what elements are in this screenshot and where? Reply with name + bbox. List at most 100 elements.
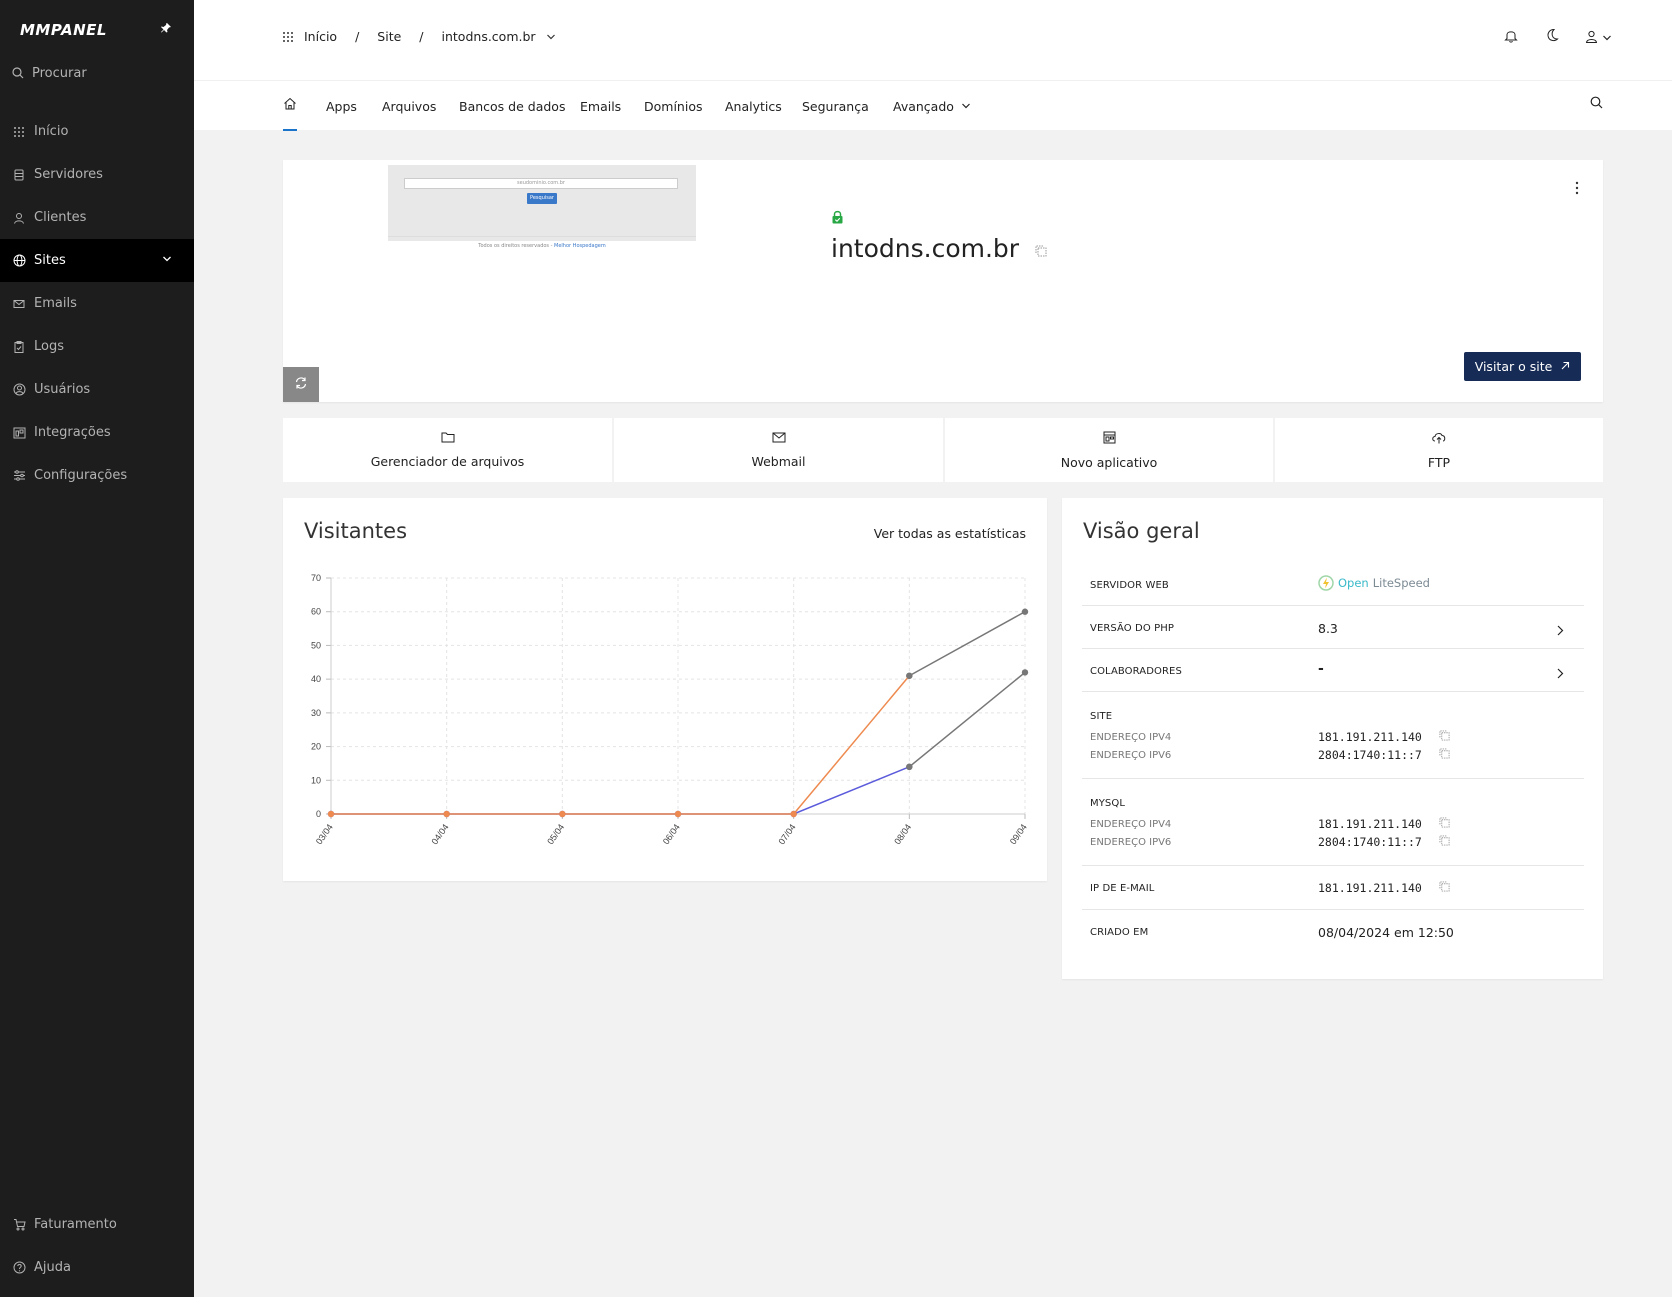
- breadcrumb-site[interactable]: Site: [377, 29, 401, 44]
- collaborators-row[interactable]: COLABORADORES -: [1082, 649, 1584, 692]
- breadcrumb-separator: /: [419, 29, 424, 44]
- breadcrumb-home[interactable]: Início: [304, 29, 337, 44]
- mysql-ipv4: 181.191.211.140: [1318, 817, 1422, 831]
- mysql-ipv4-value: 181.191.211.140: [1318, 817, 1450, 831]
- clipboard-icon: [12, 340, 26, 354]
- tab-dominios[interactable]: Domínios: [644, 99, 702, 114]
- tab-home[interactable]: [283, 97, 297, 113]
- search-icon[interactable]: [1590, 96, 1603, 112]
- sidebar-item-ajuda[interactable]: Ajuda: [0, 1246, 194, 1289]
- tab-bancos-de-dados[interactable]: Bancos de dados: [459, 99, 565, 114]
- collaborators-value: -: [1318, 661, 1324, 677]
- tab-arquivos[interactable]: Arquivos: [382, 99, 436, 114]
- php-version-value: 8.3: [1318, 621, 1338, 636]
- breadcrumb-domain[interactable]: intodns.com.br: [442, 29, 536, 44]
- web-server-label: SERVIDOR WEB: [1090, 580, 1169, 591]
- mysql-ipv6: 2804:1740:11::7: [1318, 835, 1422, 849]
- globe-icon: [12, 254, 26, 268]
- visitors-card: Visitantes Ver todas as estatísticas 0 10…: [283, 498, 1047, 881]
- y-tick-label: 30: [311, 708, 321, 718]
- folder-icon: [441, 431, 455, 446]
- email-ip-row: IP DE E-MAIL 181.191.211.140: [1082, 866, 1584, 910]
- header-actions: [1504, 28, 1612, 47]
- chevron-right-icon[interactable]: [1556, 621, 1564, 640]
- new-app-button[interactable]: Novo aplicativo: [945, 418, 1273, 482]
- copy-icon[interactable]: [1439, 881, 1450, 895]
- tab-analytics[interactable]: Analytics: [725, 99, 782, 114]
- site-domain-title: intodns.com.br: [831, 234, 1047, 263]
- copy-icon[interactable]: [1439, 835, 1450, 849]
- moon-icon[interactable]: [1544, 28, 1559, 47]
- series-point: [1021, 669, 1029, 676]
- bell-icon[interactable]: [1504, 28, 1518, 47]
- tab-emails[interactable]: Emails: [580, 99, 621, 114]
- site-ip-row: SITE ENDEREÇO IPV4 181.191.211.140 ENDER…: [1082, 692, 1584, 779]
- copy-icon[interactable]: [1439, 817, 1450, 831]
- sidebar-search-label: Procurar: [32, 65, 87, 81]
- tab-active-indicator: [283, 129, 297, 131]
- series-point: [906, 763, 913, 770]
- lightning-icon: [1318, 575, 1334, 591]
- see-all-stats-link[interactable]: Ver todas as estatísticas: [874, 526, 1026, 541]
- chevron-right-icon[interactable]: [1556, 664, 1564, 683]
- tab-apps[interactable]: Apps: [326, 99, 357, 114]
- sidebar-search[interactable]: Procurar: [0, 60, 194, 86]
- sidebar-item-servidores[interactable]: Servidores: [0, 153, 194, 196]
- sidebar-item-configuracoes[interactable]: Configurações: [0, 454, 194, 497]
- pin-icon[interactable]: [160, 22, 172, 38]
- site-ipv4: 181.191.211.140: [1318, 730, 1422, 744]
- site-preview-thumbnail[interactable]: seudominio.com.br Pesquisar: [388, 165, 696, 241]
- apps-grid-icon[interactable]: [282, 31, 294, 43]
- sidebar-item-label: Logs: [34, 339, 64, 354]
- tab-avancado[interactable]: Avançado: [893, 99, 971, 114]
- copy-icon[interactable]: [1035, 234, 1047, 263]
- sidebar-item-label: Integrações: [34, 425, 111, 440]
- chevron-down-icon: [162, 253, 172, 268]
- server-icon: [12, 168, 26, 182]
- mail-icon: [772, 431, 786, 446]
- ftp-label: FTP: [1427, 454, 1451, 470]
- sidebar-item-faturamento[interactable]: Faturamento: [0, 1203, 194, 1246]
- x-tick-label: 07/04: [776, 822, 797, 846]
- webmail-button[interactable]: Webmail: [614, 418, 943, 482]
- copy-icon[interactable]: [1439, 748, 1450, 762]
- webmail-label: Webmail: [751, 454, 806, 469]
- sidebar-item-usuarios[interactable]: Usuários: [0, 368, 194, 411]
- sidebar-item-integracoes[interactable]: Integrações: [0, 411, 194, 454]
- series-point: [1021, 608, 1029, 615]
- preview-footer: Todos os direitos reservados - Melhor Ho…: [388, 236, 696, 249]
- user-menu[interactable]: [1585, 28, 1612, 47]
- site-card: seudominio.com.br Pesquisar Todos os dir…: [283, 160, 1603, 402]
- breadcrumb-separator: /: [355, 29, 360, 44]
- grid-icon: [12, 125, 26, 139]
- site-ipv6-value: 2804:1740:11::7: [1318, 748, 1450, 762]
- site-label: SITE: [1090, 711, 1113, 722]
- web-server-litespeed: LiteSpeed: [1372, 576, 1430, 590]
- visitors-title: Visitantes: [304, 519, 408, 543]
- visit-site-button[interactable]: Visitar o site: [1464, 352, 1581, 381]
- sidebar-item-logs[interactable]: Logs: [0, 325, 194, 368]
- php-version-row[interactable]: VERSÃO DO PHP 8.3: [1082, 606, 1584, 649]
- y-tick-label: 20: [311, 742, 321, 752]
- cloud-upload-icon: [1431, 431, 1447, 447]
- chevron-down-icon[interactable]: [546, 32, 556, 42]
- refresh-preview-button[interactable]: [283, 367, 319, 402]
- user-circle-icon: [12, 383, 26, 397]
- mysql-label: MYSQL: [1090, 798, 1126, 809]
- more-options-icon[interactable]: [1575, 180, 1579, 199]
- overview-card: Visão geral SERVIDOR WEB Open LiteSpeed V…: [1062, 498, 1603, 979]
- file-manager-button[interactable]: Gerenciador de arquivos: [283, 418, 612, 482]
- sidebar-item-sites[interactable]: Sites: [0, 239, 194, 282]
- sidebar-item-emails[interactable]: Emails: [0, 282, 194, 325]
- logo: MMPANEL: [20, 21, 107, 39]
- sidebar-item-inicio[interactable]: Início: [0, 110, 194, 153]
- copy-icon[interactable]: [1439, 730, 1450, 744]
- sidebar-item-label: Clientes: [34, 210, 87, 225]
- ftp-button[interactable]: FTP: [1275, 418, 1603, 482]
- cart-icon: [12, 1218, 26, 1232]
- tab-seguranca[interactable]: Segurança: [802, 99, 869, 114]
- sidebar: MMPANEL Procurar Início Servidores Clien…: [0, 0, 194, 1297]
- settings-icon: [12, 469, 26, 483]
- sidebar-item-clientes[interactable]: Clientes: [0, 196, 194, 239]
- preview-search-button: Pesquisar: [527, 193, 557, 204]
